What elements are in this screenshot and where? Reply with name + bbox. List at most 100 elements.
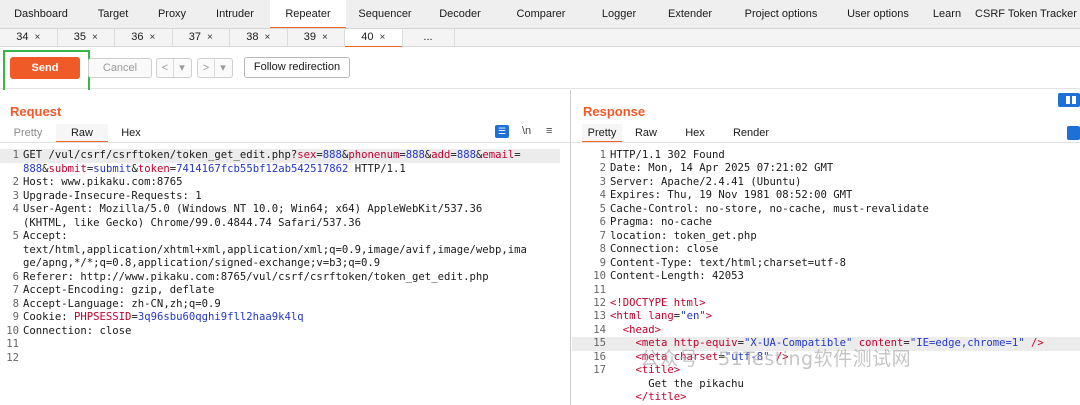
repeater-tab-more[interactable]: ... xyxy=(403,29,455,47)
divider xyxy=(572,142,1080,143)
options-menu-icon[interactable]: ≡ xyxy=(546,125,552,137)
code-token: text/html,application/xhtml+xml,applicat… xyxy=(23,243,527,256)
back-button[interactable]: < xyxy=(157,59,173,77)
repeater-tab-35[interactable]: 35 × xyxy=(58,29,115,47)
code-line: Accept: xyxy=(23,230,68,244)
code-token: Date: Mon, 14 Apr 2025 07:21:02 GMT xyxy=(610,162,834,175)
code-token: email xyxy=(482,149,515,161)
code-token: Cookie: xyxy=(23,311,75,323)
code-line: Get the pikachu xyxy=(610,378,744,391)
code-line: (KHTML, like Gecko) Chrome/99.0.4844.74 … xyxy=(23,217,361,231)
code-token: = xyxy=(514,149,521,161)
code-token: Server: Apache/2.4.41 (Ubuntu) xyxy=(610,175,802,188)
code-line: HTTP/1.1 302 Found xyxy=(610,149,725,162)
code-token: HTTP/1.1 302 Found xyxy=(610,149,725,161)
close-icon[interactable]: × xyxy=(264,32,270,43)
code-token: "en" xyxy=(680,310,706,323)
repeater-tab-label: 36 xyxy=(131,31,144,43)
line-number: 1 xyxy=(599,149,606,161)
layout-toggle-icon[interactable] xyxy=(1058,93,1080,107)
line-number: 10 xyxy=(6,324,19,337)
line-number: 2 xyxy=(12,176,19,188)
tab-decoder[interactable]: Decoder xyxy=(424,0,496,28)
inspector-icon[interactable]: ☰ xyxy=(495,125,509,138)
code-token: Pragma: no-cache xyxy=(610,216,713,229)
repeater-tab-40[interactable]: 40 × xyxy=(345,29,403,48)
close-icon[interactable]: × xyxy=(92,32,98,43)
code-line: Referer: http://www.pikaku.com:8765/vul/… xyxy=(23,271,489,285)
response-title: Response xyxy=(583,104,646,119)
tab-pretty[interactable]: Pretty xyxy=(582,124,622,143)
close-icon[interactable]: × xyxy=(322,32,328,43)
code-line: location: token_get.php xyxy=(610,230,757,243)
close-icon[interactable]: × xyxy=(207,32,213,43)
line-number: 9 xyxy=(599,256,606,269)
repeater-tab-34[interactable]: 34 × xyxy=(0,29,58,47)
tab-pretty[interactable]: Pretty xyxy=(0,124,56,142)
tab-hex[interactable]: Hex xyxy=(670,124,720,142)
tab-render[interactable]: Render xyxy=(720,124,782,142)
inspector-icon[interactable] xyxy=(1067,126,1080,140)
repeater-tab-37[interactable]: 37 × xyxy=(173,29,230,47)
tab-dashboard[interactable]: Dashboard xyxy=(0,0,82,28)
repeater-tab-38[interactable]: 38 × xyxy=(230,29,288,47)
request-editor[interactable]: 1 GET /vul/csrf/csrftoken/token_get_edit.… xyxy=(0,146,570,405)
tab-proxy[interactable]: Proxy xyxy=(144,0,200,28)
close-icon[interactable]: × xyxy=(34,32,40,43)
tab-raw[interactable]: Raw xyxy=(56,124,108,143)
code-token: PHPSESSID xyxy=(74,311,132,323)
back-menu-icon[interactable]: ▾ xyxy=(174,59,190,77)
code-line: User-Agent: Mozilla/5.0 (Windows NT 10.0… xyxy=(23,203,482,217)
request-title: Request xyxy=(10,104,62,119)
line-number: 4 xyxy=(599,189,606,202)
code-line: Content-Type: text/html;charset=utf-8 xyxy=(610,257,846,270)
tab-raw[interactable]: Raw xyxy=(622,124,670,142)
watermark: 公众号 · 51Testing软件测试网 xyxy=(640,348,912,370)
code-line: Expires: Thu, 19 Nov 1981 08:52:00 GMT xyxy=(610,189,852,202)
tab-project-options[interactable]: Project options xyxy=(728,0,834,28)
code-line: <html lang="en"> xyxy=(610,310,712,323)
code-token: <html xyxy=(610,310,649,323)
tab-logger[interactable]: Logger xyxy=(586,0,652,28)
repeater-tab-39[interactable]: 39 × xyxy=(288,29,345,47)
tab-learn[interactable]: Learn xyxy=(922,0,972,28)
line-number: 17 xyxy=(593,364,606,377)
repeater-tab-label: 40 xyxy=(361,31,374,43)
tab-user-options[interactable]: User options xyxy=(834,0,922,28)
tab-hex[interactable]: Hex xyxy=(108,124,154,142)
line-number: 12 xyxy=(6,351,19,364)
tab-sequencer[interactable]: Sequencer xyxy=(346,0,424,28)
code-token: Referer: http://www.pikaku.com:8765/vul/… xyxy=(23,270,489,283)
code-token: Accept-Language: zh-CN,zh;q=0.9 xyxy=(23,297,221,310)
code-token: 888 xyxy=(23,162,43,175)
tab-repeater[interactable]: Repeater xyxy=(270,0,346,28)
tab-comparer[interactable]: Comparer xyxy=(496,0,586,28)
code-line: <!DOCTYPE html> xyxy=(610,297,706,310)
tab-target[interactable]: Target xyxy=(82,0,144,28)
code-token: phonenum xyxy=(348,149,400,161)
tab-csrf-token-tracker[interactable]: CSRF Token Tracker xyxy=(972,0,1080,28)
follow-redirection-button[interactable]: Follow redirection xyxy=(244,57,350,78)
cancel-button[interactable]: Cancel xyxy=(88,58,152,78)
line-number: 1 xyxy=(12,149,19,161)
code-token: (KHTML, like Gecko) Chrome/99.0.4844.74 … xyxy=(23,216,362,229)
line-number: 14 xyxy=(593,323,606,336)
divider xyxy=(0,142,570,143)
forward-button[interactable]: > xyxy=(198,59,214,77)
code-token: lang xyxy=(648,310,674,323)
forward-menu-icon[interactable]: ▾ xyxy=(215,59,231,77)
code-token: 7414167fcb55bf12ab542517862 xyxy=(176,162,349,175)
code-token: <head> xyxy=(610,323,662,336)
response-view-tabs: Pretty Raw Hex Render xyxy=(582,124,782,143)
line-number: 11 xyxy=(593,283,606,296)
code-token: Connection: close xyxy=(23,324,132,337)
repeater-tab-36[interactable]: 36 × xyxy=(115,29,173,47)
send-button[interactable]: Send xyxy=(10,57,80,79)
line-number: 5 xyxy=(12,230,19,242)
close-icon[interactable]: × xyxy=(379,32,385,43)
tab-extender[interactable]: Extender xyxy=(652,0,728,28)
close-icon[interactable]: × xyxy=(149,32,155,43)
code-token: "IE=edge,chrome=1" xyxy=(909,337,1025,350)
tab-intruder[interactable]: Intruder xyxy=(200,0,270,28)
newline-toggle-icon[interactable]: \n xyxy=(522,125,531,137)
